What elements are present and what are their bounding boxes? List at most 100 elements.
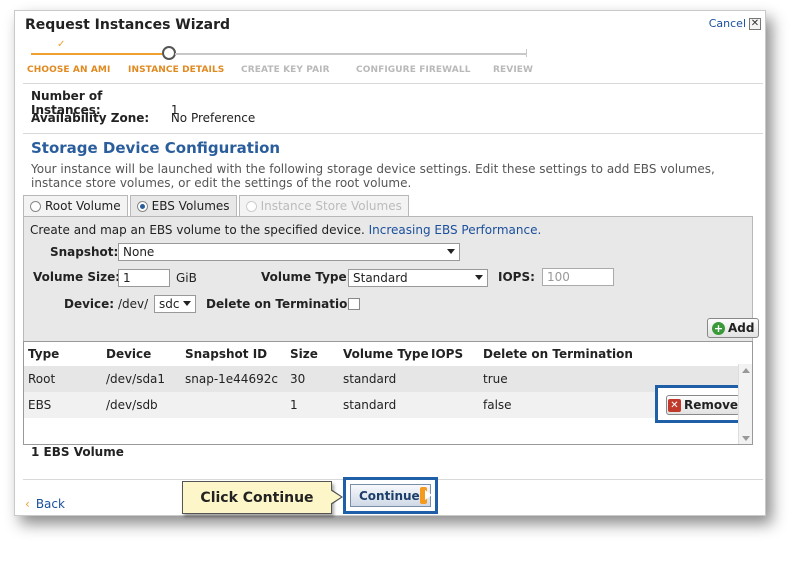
add-button[interactable]: + Add: [707, 318, 760, 338]
title-bar: Request Instances Wizard Cancel ✕: [15, 11, 765, 39]
radio-icon[interactable]: [30, 201, 41, 212]
continue-highlight: Continue: [343, 477, 438, 514]
instruction-callout: Click Continue: [182, 481, 332, 514]
add-label: Add: [728, 321, 755, 335]
column-header: Device: [106, 347, 152, 361]
volume-count: 1 EBS Volume: [31, 445, 124, 459]
panel-intro: Create and map an EBS volume to the spec…: [30, 223, 541, 237]
step-create-key-pair: CREATE KEY PAIR: [241, 65, 330, 75]
continue-button[interactable]: Continue: [350, 484, 433, 507]
volume-size-input[interactable]: 1: [118, 269, 170, 287]
cell-type: EBS: [28, 398, 52, 412]
cancel-button[interactable]: Cancel ✕: [709, 17, 761, 30]
remove-button[interactable]: ✕ Remove: [666, 395, 740, 415]
scroll-down-icon[interactable]: [742, 436, 750, 441]
column-header: IOPS: [431, 347, 464, 361]
chevron-down-icon: [447, 249, 455, 254]
remove-label: Remove: [683, 398, 739, 412]
section-description: Your instance will be launched with the …: [31, 162, 715, 190]
chevron-down-icon: [475, 275, 483, 280]
snapshot-label: Snapshot:: [50, 245, 119, 259]
chevron-left-icon: ‹: [25, 497, 30, 511]
ebs-volume-panel: Create and map an EBS volume to the spec…: [23, 216, 760, 346]
chevron-down-icon: [183, 301, 191, 306]
wizard-dialog: Request Instances Wizard Cancel ✕ ✓ CHOO…: [14, 10, 766, 516]
checkmark-icon: ✓: [57, 39, 66, 50]
intro-text: Create and map an EBS volume to the spec…: [30, 223, 365, 237]
remove-icon: ✕: [667, 398, 681, 412]
arrow-right-icon: [419, 487, 433, 504]
progress-track-todo: [175, 53, 527, 55]
cell-snapshot: snap-1e44692c: [185, 372, 278, 386]
back-link[interactable]: ‹ Back: [25, 497, 65, 511]
volume-type-label: Volume Type:: [261, 270, 352, 284]
close-icon[interactable]: ✕: [749, 17, 761, 30]
volume-type-select[interactable]: Standard: [348, 269, 488, 287]
callout-pointer-fill: [330, 490, 341, 504]
step-choose-ami[interactable]: CHOOSE AN AMI: [27, 65, 110, 75]
cell-size: 1: [290, 398, 298, 412]
ebs-performance-link[interactable]: Increasing EBS Performance.: [369, 223, 542, 237]
radio-selected-icon[interactable]: [136, 201, 148, 212]
cell-delete: true: [483, 372, 508, 386]
volume-type-value: Standard: [353, 271, 408, 285]
volumes-table: Type Device Snapshot ID Size Volume Type…: [23, 341, 753, 445]
remove-highlight: ✕ Remove: [655, 385, 749, 423]
current-step-indicator: [162, 46, 176, 60]
cancel-label: Cancel: [708, 17, 746, 30]
tab-label: Root Volume: [45, 199, 121, 213]
device-label: Device:: [64, 297, 115, 311]
table-scrollbar[interactable]: [738, 364, 752, 444]
column-header: Snapshot ID: [185, 347, 268, 361]
divider: [23, 133, 763, 134]
zone-label: Availability Zone:: [31, 111, 150, 125]
column-header: Delete on Termination: [483, 347, 633, 361]
device-prefix: /dev/: [118, 297, 149, 311]
column-header: Type: [28, 347, 60, 361]
cell-size: 30: [290, 372, 306, 386]
table-row[interactable]: EBS /dev/sdb 1 standard false: [24, 392, 738, 418]
zone-row: Availability Zone: No Preference: [31, 111, 255, 125]
tab-ebs-volumes[interactable]: EBS Volumes: [129, 195, 237, 217]
iops-label: IOPS:: [498, 270, 535, 284]
wizard-title: Request Instances Wizard: [25, 17, 231, 33]
tab-root-volume[interactable]: Root Volume: [23, 195, 128, 217]
cell-volume-type: standard: [343, 398, 397, 412]
cell-type: Root: [28, 372, 56, 386]
storage-tabs: Root Volume EBS Volumes Instance Store V…: [23, 195, 409, 217]
cell-device: /dev/sdb: [106, 398, 158, 412]
table-header: Type Device Snapshot ID Size Volume Type…: [24, 342, 752, 364]
snapshot-select[interactable]: None: [118, 243, 460, 261]
device-select[interactable]: sdc: [154, 295, 196, 313]
volume-size-unit: GiB: [176, 271, 197, 285]
device-value: sdc: [159, 297, 180, 311]
wizard-progress: ✓ CHOOSE AN AMI INSTANCE DETAILS CREATE …: [15, 39, 765, 77]
section-title: Storage Device Configuration: [31, 139, 281, 157]
delete-on-termination-label: Delete on Termination:: [206, 297, 361, 311]
cell-volume-type: standard: [343, 372, 397, 386]
volume-size-label: Volume Size:: [33, 270, 121, 284]
continue-label: Continue: [359, 488, 420, 503]
step-configure-firewall: CONFIGURE FIREWALL: [356, 65, 471, 75]
step-review: REVIEW: [493, 65, 534, 75]
cell-device: /dev/sda1: [106, 372, 166, 386]
zone-value: No Preference: [170, 111, 256, 125]
column-header: Size: [290, 347, 318, 361]
divider: [23, 83, 763, 84]
progress-end-tick: [526, 49, 527, 57]
iops-input[interactable]: 100: [542, 268, 614, 286]
column-header: Volume Type: [343, 347, 429, 361]
progress-track-done: [31, 53, 162, 55]
scroll-up-icon[interactable]: [742, 368, 750, 373]
cell-delete: false: [483, 398, 512, 412]
radio-disabled-icon: [245, 201, 257, 212]
back-label: Back: [35, 497, 65, 511]
snapshot-value: None: [123, 245, 155, 259]
delete-on-termination-checkbox[interactable]: [348, 298, 360, 310]
plus-icon: +: [712, 321, 725, 335]
table-row[interactable]: Root /dev/sda1 snap-1e44692c 30 standard…: [24, 366, 738, 392]
tab-label: Instance Store Volumes: [260, 199, 402, 213]
tab-label: EBS Volumes: [151, 199, 230, 213]
tab-instance-store-volumes: Instance Store Volumes: [238, 195, 409, 217]
step-instance-details: INSTANCE DETAILS: [128, 65, 225, 75]
